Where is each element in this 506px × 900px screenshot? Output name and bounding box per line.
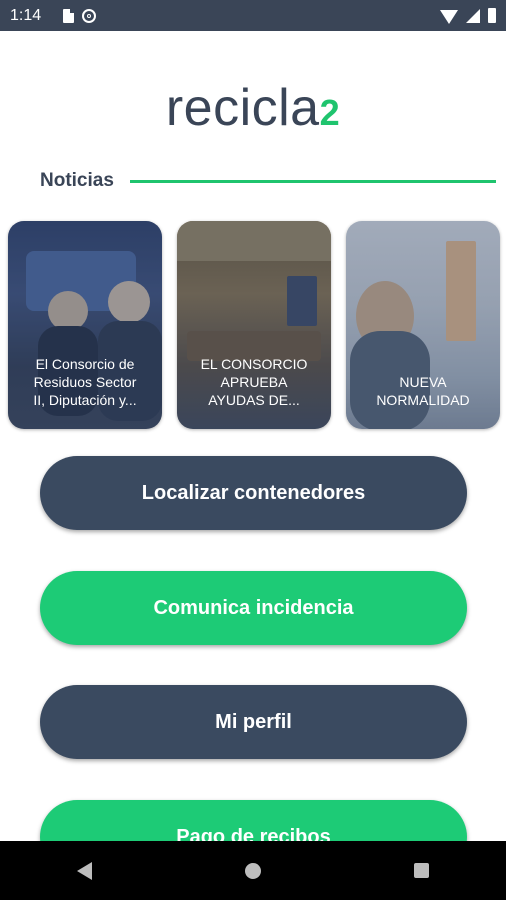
news-card[interactable]: El Consorcio de Residuos Sector II, Dipu… bbox=[8, 221, 162, 429]
my-profile-button[interactable]: Mi perfil bbox=[40, 685, 467, 759]
news-card[interactable]: NUEVA NORMALIDAD bbox=[346, 221, 500, 429]
news-title: Noticias bbox=[40, 170, 114, 191]
news-carousel: El Consorcio de Residuos Sector II, Dipu… bbox=[8, 221, 500, 429]
news-card-title: NUEVA NORMALIDAD bbox=[376, 374, 470, 408]
sync-icon bbox=[82, 8, 97, 23]
signal-icon bbox=[466, 8, 480, 23]
report-incident-button[interactable]: Comunica incidencia bbox=[40, 571, 467, 645]
logo-text: recicla bbox=[165, 79, 320, 137]
wifi-icon bbox=[440, 9, 458, 24]
back-icon[interactable] bbox=[76, 861, 92, 880]
system-nav-bar bbox=[0, 841, 506, 900]
news-card-title: EL CONSORCIO APRUEBA AYUDAS DE... bbox=[200, 356, 308, 408]
app-logo: recicla2 bbox=[0, 78, 506, 143]
news-card-title: El Consorcio de Residuos Sector II, Dipu… bbox=[33, 356, 137, 408]
home-icon[interactable] bbox=[244, 862, 261, 879]
sd-card-icon bbox=[63, 8, 75, 23]
locate-containers-button[interactable]: Localizar contenedores bbox=[40, 456, 467, 530]
battery-icon bbox=[488, 8, 496, 23]
news-card[interactable]: EL CONSORCIO APRUEBA AYUDAS DE... bbox=[177, 221, 331, 429]
news-divider bbox=[129, 179, 496, 183]
logo-suffix: 2 bbox=[319, 92, 341, 133]
status-bar: 1:14 bbox=[0, 0, 506, 31]
news-section-header: Noticias bbox=[40, 168, 496, 194]
recent-apps-icon[interactable] bbox=[414, 863, 430, 878]
status-time: 1:14 bbox=[10, 6, 42, 24]
